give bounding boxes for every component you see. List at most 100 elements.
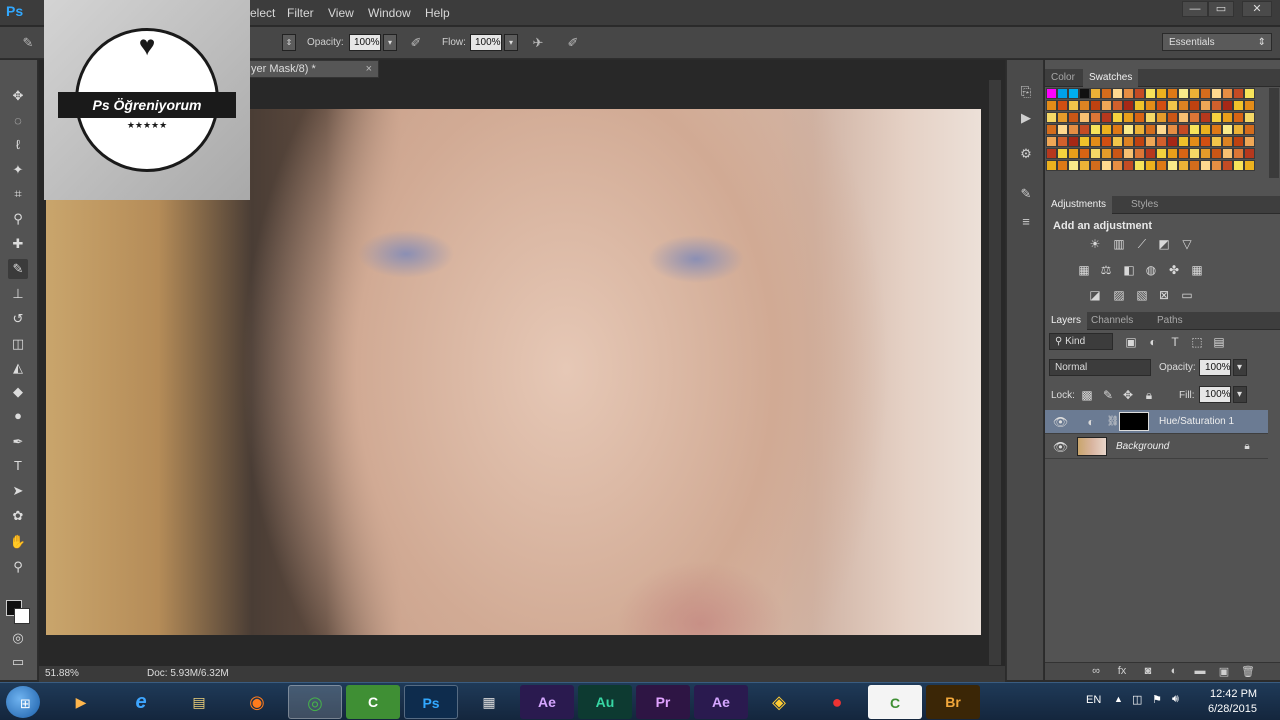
hand-tool-icon[interactable]: ✋ — [8, 532, 28, 552]
swatch-cell[interactable] — [1178, 112, 1189, 123]
swatch-cell[interactable] — [1233, 160, 1244, 171]
swatch-cell[interactable] — [1178, 136, 1189, 147]
swatch-cell[interactable] — [1189, 124, 1200, 135]
gradient-map-icon[interactable]: ▭ — [1179, 287, 1195, 303]
swatch-cell[interactable] — [1101, 160, 1112, 171]
delete-layer-icon[interactable]: 🗑︎ — [1241, 665, 1255, 679]
swatch-cell[interactable] — [1167, 88, 1178, 99]
flow-field[interactable]: 100% — [470, 34, 502, 51]
dodge-tool-icon[interactable]: ● — [8, 406, 28, 426]
swatch-cell[interactable] — [1167, 124, 1178, 135]
swatch-cell[interactable] — [1046, 148, 1057, 159]
eraser-tool-icon[interactable]: ◫ — [8, 334, 28, 354]
new-layer-icon[interactable]: ▣ — [1217, 665, 1231, 679]
swatch-cell[interactable] — [1090, 160, 1101, 171]
swatch-cell[interactable] — [1101, 148, 1112, 159]
fill-dropdown[interactable]: ▾ — [1233, 386, 1247, 403]
link-layers-icon[interactable]: ∞ — [1089, 665, 1103, 679]
swatch-cell[interactable] — [1189, 160, 1200, 171]
swatch-cell[interactable] — [1200, 124, 1211, 135]
threshold-icon[interactable]: ▧ — [1134, 287, 1150, 303]
tab-styles[interactable]: Styles — [1125, 196, 1164, 214]
swatch-cell[interactable] — [1200, 100, 1211, 111]
menu-select[interactable]: elect — [250, 6, 275, 20]
swatch-cell[interactable] — [1145, 136, 1156, 147]
swatch-cell[interactable] — [1211, 136, 1222, 147]
swatch-cell[interactable] — [1167, 112, 1178, 123]
invert-icon[interactable]: ◪ — [1087, 287, 1103, 303]
swatch-cell[interactable] — [1233, 112, 1244, 123]
swatch-cell[interactable] — [1134, 112, 1145, 123]
swatch-cell[interactable] — [1090, 88, 1101, 99]
properties-panel-icon[interactable]: ⚙ — [1016, 144, 1036, 164]
swatch-cell[interactable] — [1090, 136, 1101, 147]
swatch-cell[interactable] — [1046, 124, 1057, 135]
swatch-cell[interactable] — [1222, 160, 1233, 171]
after-effects-app[interactable]: Ae — [520, 685, 574, 719]
swatch-cell[interactable] — [1101, 136, 1112, 147]
marquee-tool-icon[interactable]: ◌ — [8, 111, 28, 131]
photoshop-app[interactable]: Ps — [404, 685, 458, 719]
swatch-cell[interactable] — [1244, 124, 1255, 135]
swatch-cell[interactable] — [1079, 100, 1090, 111]
audition-app[interactable]: Au — [578, 685, 632, 719]
close-tab-icon[interactable]: × — [366, 63, 372, 75]
lock-transparent-icon[interactable]: ▩ — [1079, 387, 1095, 403]
swatch-cell[interactable] — [1233, 88, 1244, 99]
swatch-cell[interactable] — [1112, 100, 1123, 111]
brush-tool-icon[interactable]: ✎ — [8, 259, 28, 279]
swatch-cell[interactable] — [1222, 124, 1233, 135]
swatch-cell[interactable] — [1189, 88, 1200, 99]
swatch-cell[interactable] — [1134, 160, 1145, 171]
screen-mode-icon[interactable]: ▭ — [8, 652, 28, 672]
file-explorer-app[interactable]: ▤ — [172, 685, 226, 719]
camtasia-recorder-app[interactable]: C — [868, 685, 922, 719]
swatch-cell[interactable] — [1200, 160, 1211, 171]
clock-time[interactable]: 12:42 PM — [1210, 688, 1257, 700]
start-button[interactable]: ⊞ — [6, 686, 40, 718]
swatch-cell[interactable] — [1244, 136, 1255, 147]
swatch-cell[interactable] — [1068, 88, 1079, 99]
swatch-cell[interactable] — [1200, 148, 1211, 159]
channel-mixer-icon[interactable]: ✤ — [1166, 262, 1182, 278]
swatch-cell[interactable] — [1200, 112, 1211, 123]
swatch-cell[interactable] — [1178, 124, 1189, 135]
swatch-cell[interactable] — [1046, 136, 1057, 147]
swatch-cell[interactable] — [1156, 136, 1167, 147]
swatch-cell[interactable] — [1123, 100, 1134, 111]
media-app[interactable]: ◈ — [752, 685, 806, 719]
background-color-swatch[interactable] — [14, 608, 30, 624]
swatches-grid[interactable] — [1045, 88, 1259, 178]
swatch-cell[interactable] — [1046, 112, 1057, 123]
levels-icon[interactable]: ▥ — [1111, 236, 1127, 252]
swatch-cell[interactable] — [1112, 148, 1123, 159]
after-effects-app-2[interactable]: Ae — [694, 685, 748, 719]
photo-filter-icon[interactable]: ◍ — [1143, 262, 1159, 278]
swatch-cell[interactable] — [1145, 148, 1156, 159]
swatch-cell[interactable] — [1189, 100, 1200, 111]
swatch-cell[interactable] — [1222, 100, 1233, 111]
swatch-cell[interactable] — [1233, 124, 1244, 135]
airbrush-icon[interactable]: ✈ — [530, 35, 546, 51]
swatch-cell[interactable] — [1211, 160, 1222, 171]
curves-icon[interactable]: ⟋ — [1134, 236, 1150, 252]
video-app[interactable]: ▦ — [462, 685, 516, 719]
add-mask-icon[interactable]: ◙ — [1141, 665, 1155, 679]
tab-color[interactable]: Color — [1045, 69, 1081, 87]
swatch-cell[interactable] — [1222, 136, 1233, 147]
layer-name[interactable]: Hue/Saturation 1 — [1159, 416, 1234, 427]
pressure-size-icon[interactable]: ✐ — [565, 35, 581, 51]
hue-saturation-icon[interactable]: ▦ — [1076, 262, 1092, 278]
swatch-cell[interactable] — [1090, 148, 1101, 159]
swatch-cell[interactable] — [1156, 88, 1167, 99]
volume-icon[interactable]: 🔊︎ — [1172, 693, 1179, 706]
swatch-cell[interactable] — [1167, 148, 1178, 159]
swatch-cell[interactable] — [1222, 88, 1233, 99]
layer-name[interactable]: Background — [1116, 441, 1169, 452]
swatch-cell[interactable] — [1233, 136, 1244, 147]
swatch-cell[interactable] — [1090, 100, 1101, 111]
tray-expand-icon[interactable]: ▲ — [1114, 694, 1123, 704]
swatch-cell[interactable] — [1068, 136, 1079, 147]
move-tool-icon[interactable]: ✥ — [8, 86, 28, 106]
chrome-app[interactable]: ◎ — [288, 685, 342, 719]
